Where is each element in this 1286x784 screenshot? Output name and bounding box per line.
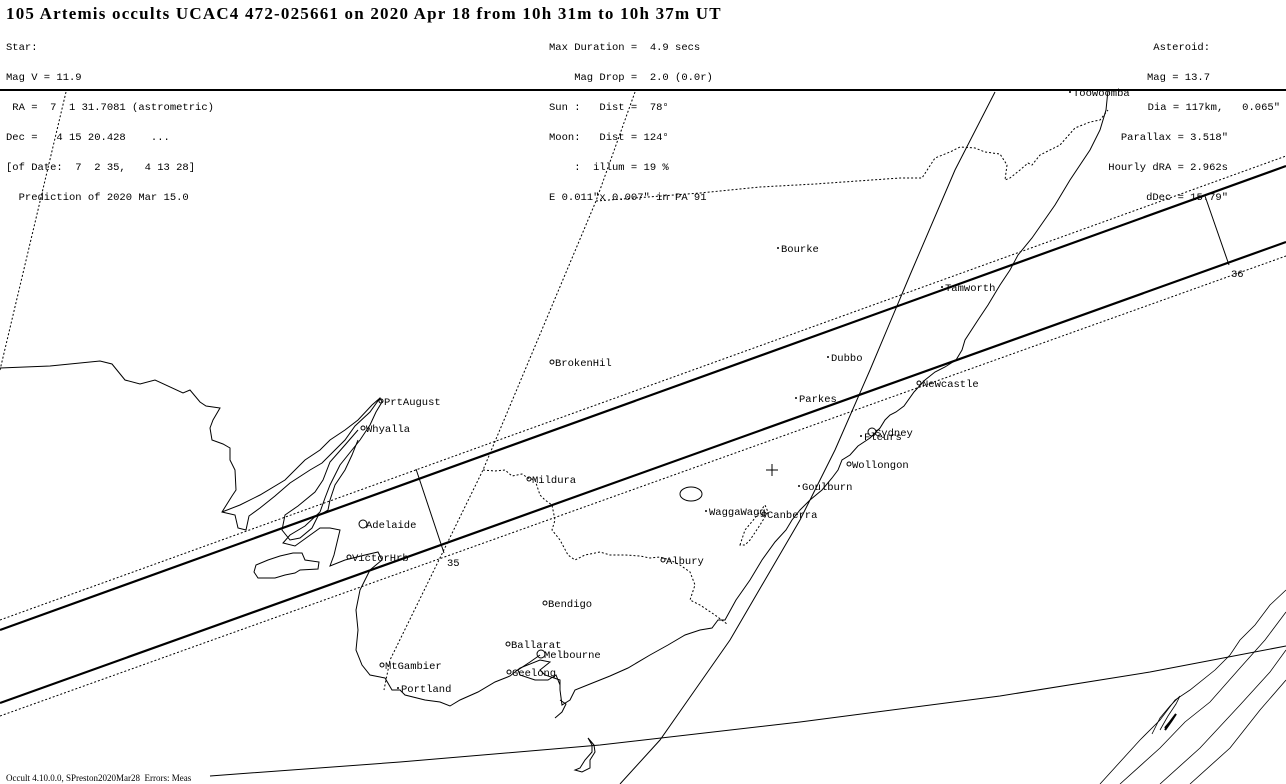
city-label: Fleurs [864,432,902,444]
city-point-icon [526,476,532,482]
city-marker-whyalla: Whyalla [360,424,410,436]
city-point-icon [660,557,666,563]
city-marker-newcastle: Newcastle [916,379,979,391]
city-marker-portland: Portland [397,684,451,696]
city-point-icon [379,662,385,668]
city-point-icon [941,286,943,288]
border-nsw-vic-murray [482,469,728,625]
city-marker-wollongon: Wollongon [846,460,909,472]
city-label: Parkes [799,394,837,406]
new-zealand-coast-1 [1099,589,1286,784]
city-marker-canberra: Canberra [761,510,817,522]
coastline-south-australia [0,89,1109,707]
border-sa-nsw-vic [383,91,636,691]
city-marker-toowoomba: Toowoomba [1069,88,1130,100]
asteroid-shadow-ellipse [679,486,703,502]
city-marker-mtgambier: MtGambier [379,661,442,673]
city-point-icon [360,425,366,431]
city-marker-mildura: Mildura [526,475,576,487]
city-label: Goulburn [802,482,852,494]
city-marker-bendigo: Bendigo [542,599,592,611]
city-label: Wollongon [852,460,909,472]
city-marker-prtaugust: PrtAugust [378,397,441,409]
city-label: MtGambier [385,661,442,673]
city-marker-adelaide: Adelaide [358,519,416,532]
coastline-spencer-gulf-west [221,397,381,513]
time-label-35: 35 [447,558,460,570]
city-label: Melbourne [544,650,601,662]
city-marker-tamworth: Tamworth [941,283,995,295]
new-zealand-lakes [1164,713,1177,731]
city-label: Whyalla [366,424,410,436]
city-label: Portland [401,684,451,696]
city-label: Geelong [512,668,556,680]
city-label: VictorHrb [352,553,409,565]
city-point-icon [1069,91,1071,93]
new-zealand-coast-3 [1159,649,1286,784]
city-label: Adelaide [366,520,416,532]
path-south-limit [0,240,1286,705]
wilsons-prom [554,699,567,719]
city-point-icon [795,397,797,399]
city-point-icon [860,435,862,437]
city-label: WaggaWagg [709,507,766,519]
city-label: Mildura [532,475,576,487]
city-label: Dubbo [831,353,863,365]
city-point-icon [916,380,922,386]
time-label-36: 36 [1231,269,1244,281]
center-cross-icon [766,464,778,476]
new-zealand-coast-2 [1119,611,1286,784]
kangaroo-island [253,552,320,579]
city-point-icon [827,356,829,358]
city-label: Albury [666,556,704,568]
city-label: Newcastle [922,379,979,391]
city-label: Tamworth [945,283,995,295]
time-tick-36 [1204,195,1230,266]
city-marker-albury: Albury [660,556,704,568]
city-point-icon [705,510,707,512]
city-point-icon [506,669,512,675]
new-zealand-coast-4 [1189,679,1286,784]
grid-line-diagonal [619,91,996,784]
border-sa-west [0,91,67,371]
city-point-icon [777,247,779,249]
city-point-icon [397,687,399,689]
city-marker-waggawagg: WaggaWagg [705,507,766,519]
city-marker-geelong: Geelong [506,668,556,680]
city-label: Toowoomba [1073,88,1130,100]
city-label: Bourke [781,244,819,256]
city-label: Canberra [767,510,817,522]
tasmania-north [573,737,596,773]
footer-credit: Occult 4.10.0.0, SPreston2020Mar28 Error… [6,773,192,783]
city-marker-goulburn: Goulburn [798,482,852,494]
border-nsw-qld [595,109,1109,202]
city-marker-dubbo: Dubbo [827,353,863,365]
city-marker-victorhrb: VictorHrb [346,553,409,565]
city-marker-melbourne: Melbourne [536,649,601,662]
city-marker-brokenhil: BrokenHil [549,358,612,370]
city-label: BrokenHil [555,358,612,370]
city-point-icon [846,461,852,467]
city-label: Bendigo [548,599,592,611]
city-marker-fleurs: Fleurs [860,432,902,444]
path-north-limit [0,164,1286,632]
city-point-icon [549,359,555,365]
city-point-icon [542,600,548,606]
time-tick-35 [415,468,445,554]
city-marker-parkes: Parkes [795,394,837,406]
city-point-icon [346,554,352,560]
occultation-map: 35 36 Toowoomba Bourke Tamworth BrokenHil Du… [0,88,1286,784]
city-marker-bourke: Bourke [777,244,819,256]
path-south-error-limit [0,255,1286,717]
path-north-error-limit [0,155,1286,621]
city-label: PrtAugust [384,397,441,409]
city-point-icon [798,485,800,487]
city-point-icon [505,641,511,647]
